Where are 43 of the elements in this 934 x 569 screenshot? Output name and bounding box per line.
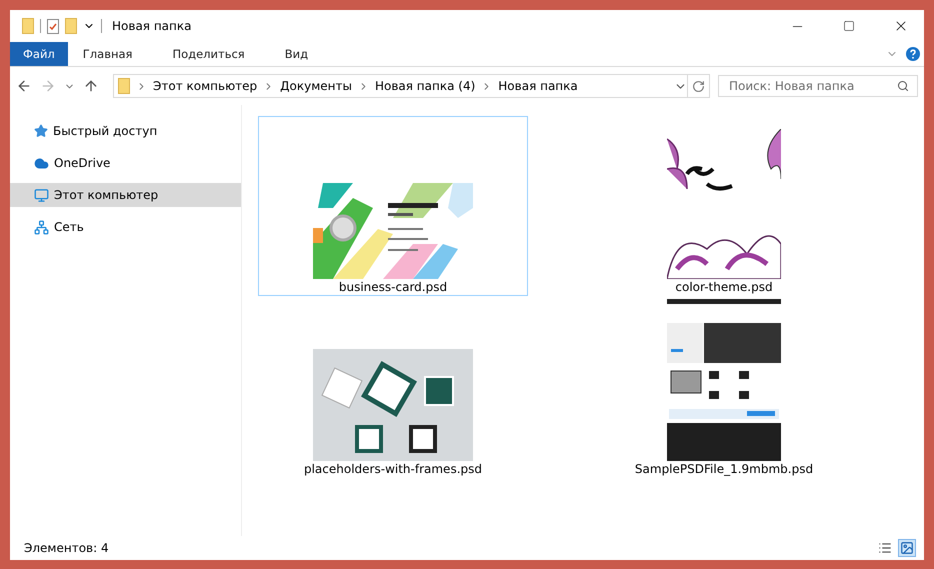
breadcrumb-item[interactable]: Этот компьютер (153, 79, 258, 93)
ribbon-tab[interactable]: Главная (68, 42, 148, 66)
breadcrumb-item[interactable]: Новая папка (4) (374, 79, 476, 93)
large-icons-view-icon (900, 541, 914, 555)
up-icon[interactable] (83, 78, 99, 94)
breadcrumb-item[interactable]: Документы (280, 79, 352, 93)
view-toggle-button[interactable] (898, 539, 916, 557)
item-count: Элементов: 4 (24, 541, 109, 555)
search-icon (897, 80, 909, 92)
window-title: Новая папка (112, 19, 192, 33)
sidebar-item-label: Быстрый доступ (53, 124, 158, 138)
checklist-icon[interactable] (47, 18, 59, 34)
sidebar-item-label: OneDrive (54, 156, 110, 170)
maximize-icon[interactable] (843, 20, 855, 32)
address-bar[interactable]: Этот компьютер Документы Новая папка (4) Новая папка (113, 74, 710, 98)
refresh-icon[interactable] (692, 80, 705, 92)
ribbon-tab[interactable]: Поделиться (157, 42, 260, 66)
sidebar-item[interactable]: Сеть (10, 215, 241, 239)
file-item[interactable]: color-theme.psd (589, 116, 859, 296)
sidebar-item-label: Этот компьютер (54, 188, 158, 202)
file-name: SamplePSDFile_1.9mbmb.psd (634, 462, 814, 476)
ribbon-tab[interactable]: Вид (270, 42, 324, 66)
file-item[interactable]: placeholders-with-frames.psd (258, 298, 528, 478)
file-name: placeholders-with-frames.psd (304, 462, 482, 476)
folder-icon (118, 78, 130, 94)
cloud-icon (34, 156, 49, 170)
star-icon (34, 124, 48, 138)
file-name: color-theme.psd (675, 280, 773, 294)
monitor-icon (34, 188, 49, 202)
breadcrumb-item[interactable]: Новая папка (498, 79, 578, 93)
sidebar-item[interactable]: Этот компьютер (10, 183, 241, 207)
file-item[interactable]: business-card.psd (258, 116, 528, 296)
back-icon[interactable] (16, 78, 32, 94)
network-icon (34, 220, 49, 234)
sidebar-item-label: Сеть (54, 220, 84, 234)
file-name: business-card.psd (338, 280, 448, 294)
sidebar-item[interactable]: Быстрый доступ (10, 119, 241, 143)
file-item[interactable]: SamplePSDFile_1.9mbmb.psd (589, 298, 859, 478)
sidebar-item[interactable]: OneDrive (10, 151, 241, 175)
search-box[interactable]: Поиск: Новая папка (718, 75, 918, 97)
file-menu-tab[interactable]: Файл (10, 42, 68, 66)
help-icon[interactable] (906, 47, 920, 61)
details-view-icon (878, 541, 892, 555)
